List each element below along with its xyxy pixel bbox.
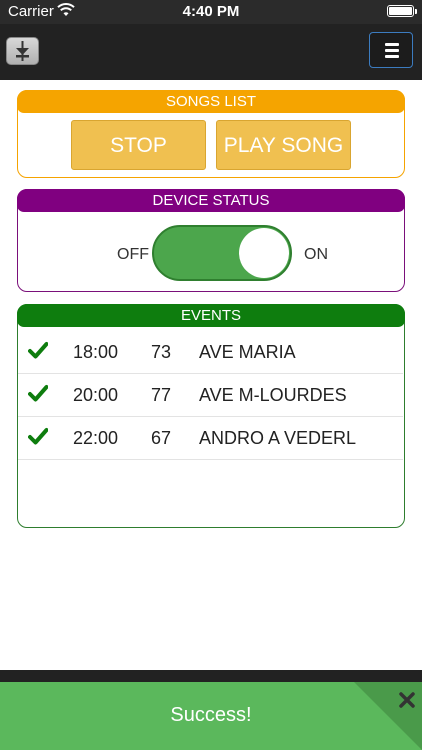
menu-button[interactable] — [369, 32, 413, 68]
battery-icon — [387, 5, 417, 17]
event-song: AVE MARIA — [199, 342, 296, 362]
event-row[interactable]: 18:00 73 AVE MARIA — [18, 331, 403, 374]
clock: 4:40 PM — [182, 3, 240, 20]
on-label: ON — [304, 246, 328, 263]
checkmark-icon — [28, 385, 48, 402]
event-number: 67 — [151, 428, 172, 448]
event-row[interactable]: 22:00 67 ANDRO A VEDERL — [18, 417, 403, 460]
bottom-toolbar — [0, 670, 422, 682]
fader-icon — [16, 41, 29, 61]
events-header: EVENTS — [17, 304, 405, 327]
songs-list-panel: SONGS LIST STOP PLAY SONG — [17, 90, 405, 178]
event-song: AVE M-LOURDES — [199, 385, 347, 405]
event-number: 73 — [151, 342, 172, 362]
close-icon[interactable] — [398, 691, 416, 709]
events-panel: EVENTS 18:00 73 AVE MARIA 20:00 77 AVE M… — [17, 304, 405, 528]
event-number: 77 — [151, 385, 172, 405]
event-time: 22:00 — [73, 428, 119, 448]
device-status-header: DEVICE STATUS — [17, 189, 405, 212]
device-status-panel: DEVICE STATUS OFF ON — [17, 189, 405, 292]
songs-list-header: SONGS LIST — [17, 90, 405, 113]
hamburger-menu-icon — [385, 43, 399, 46]
toggle-knob[interactable] — [239, 228, 289, 278]
play-song-button[interactable]: PLAY SONG — [216, 120, 351, 170]
stop-button[interactable]: STOP — [71, 120, 206, 170]
event-row[interactable]: 20:00 77 AVE M-LOURDES — [18, 374, 403, 417]
hamburger-menu-icon — [385, 49, 399, 52]
success-toast: Success! — [0, 682, 422, 750]
event-time: 20:00 — [73, 385, 119, 405]
checkmark-icon — [28, 342, 48, 359]
event-time: 18:00 — [73, 342, 119, 362]
event-song: ANDRO A VEDERL — [199, 428, 357, 448]
device-power-toggle[interactable] — [152, 225, 292, 281]
off-label: OFF — [117, 246, 149, 263]
checkmark-icon — [28, 428, 48, 445]
hamburger-menu-icon — [385, 55, 399, 58]
status-bar: Carrier 4:40 PM — [0, 0, 422, 24]
top-navbar — [0, 24, 422, 80]
fader-button[interactable] — [6, 37, 39, 65]
toast-message: Success! — [170, 704, 252, 726]
